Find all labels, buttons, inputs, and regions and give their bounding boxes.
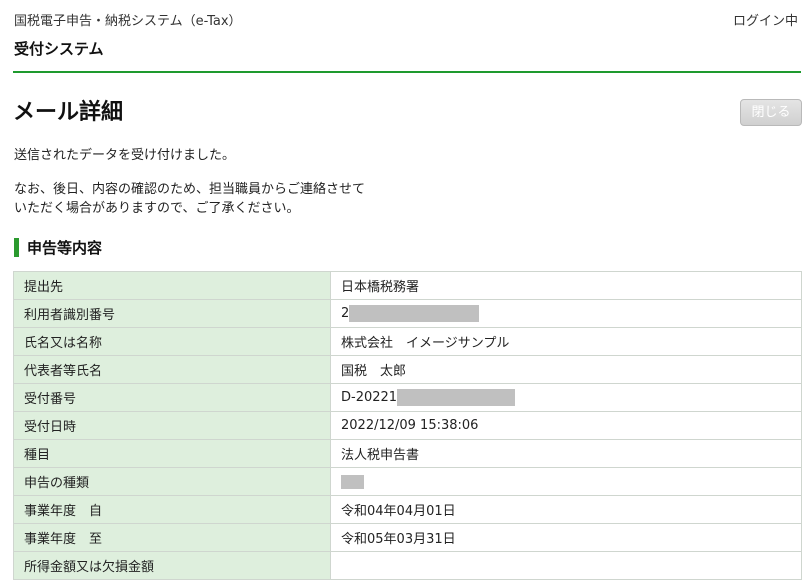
row-value: 株式会社 イメージサンプル [330,327,802,356]
row-value-cell [330,467,802,496]
table-row: 事業年度 至 令和05年03月31日 [13,523,802,552]
table-row: 氏名又は名称 株式会社 イメージサンプル [13,327,802,356]
row-label: 受付番号 [13,383,331,412]
table-row: 利用者識別番号 2 [13,299,802,328]
row-label: 種目 [13,439,331,468]
section-marker [14,237,19,257]
filing-details-table: 提出先 日本橋税務署 利用者識別番号 2 氏名又は名称 株式会社 イメージサンプ… [13,271,802,580]
row-value: 令和05年03月31日 [330,523,802,552]
section-heading: 申告等内容 [14,237,102,257]
close-button[interactable]: 閉じる [740,99,802,126]
section-title: 申告等内容 [27,238,103,257]
row-value: 日本橋税務署 [330,271,802,300]
login-status: ログイン中 [732,14,798,29]
contact-notice-line1: なお、後日、内容の確認のため、担当職員からご連絡させて [14,182,366,197]
contact-notice: なお、後日、内容の確認のため、担当職員からご連絡させて いただく場合がありますの… [14,180,365,218]
row-value-cell: 2 [330,299,802,328]
row-value: 2 [341,306,350,321]
table-row: 申告の種類 [13,467,802,496]
table-row: 事業年度 自 令和04年04月01日 [13,495,802,524]
row-label: 受付日時 [13,411,331,440]
redaction-block [397,389,516,406]
redaction-block [349,305,480,322]
row-label: 氏名又は名称 [13,327,331,356]
row-value: 2022/12/09 15:38:06 [330,411,802,440]
row-label: 事業年度 自 [13,495,331,524]
row-value: D-20221 [341,390,398,405]
table-row: 提出先 日本橋税務署 [13,271,802,300]
row-label: 所得金額又は欠損金額 [13,551,331,580]
system-title: 受付システム [14,40,104,58]
contact-notice-line2: いただく場合がありますので、ご了承ください。 [14,201,300,216]
row-label: 提出先 [13,271,331,300]
row-label: 申告の種類 [13,467,331,496]
header-divider [13,71,801,73]
received-message: 送信されたデータを受け付けました。 [14,148,236,163]
row-value: 令和04年04月01日 [330,495,802,524]
table-row: 種目 法人税申告書 [13,439,802,468]
row-label: 利用者識別番号 [13,299,331,328]
table-row: 所得金額又は欠損金額 [13,551,802,580]
table-row: 受付番号 D-20221 [13,383,802,412]
row-value [330,551,802,580]
row-label: 代表者等氏名 [13,355,331,384]
row-value: 法人税申告書 [330,439,802,468]
table-row: 受付日時 2022/12/09 15:38:06 [13,411,802,440]
row-value-cell: D-20221 [330,383,802,412]
table-row: 代表者等氏名 国税 太郎 [13,355,802,384]
page-title: メール詳細 [13,100,124,125]
redaction-block [341,474,364,489]
row-label: 事業年度 至 [13,523,331,552]
site-name: 国税電子申告・納税システム（e-Tax） [14,14,242,29]
row-value: 国税 太郎 [330,355,802,384]
